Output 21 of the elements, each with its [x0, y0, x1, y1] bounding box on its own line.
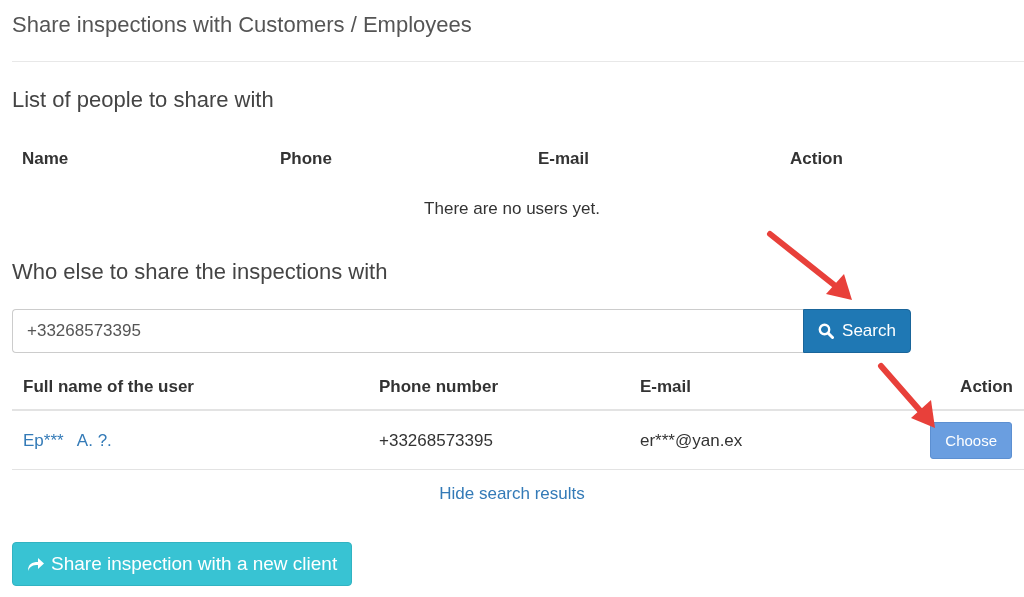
- search-icon: [818, 323, 835, 339]
- hide-results-link[interactable]: Hide search results: [439, 484, 585, 504]
- column-header: E-mail: [538, 149, 591, 169]
- user-name-link[interactable]: Ep*** A. ?.: [23, 430, 112, 450]
- share-icon: [27, 556, 45, 572]
- column-header: Phone number: [379, 377, 499, 397]
- search-field[interactable]: +33268573395: [12, 309, 803, 353]
- choose-button[interactable]: Choose: [930, 422, 1012, 459]
- column-header: Name: [22, 149, 70, 169]
- column-header: Full name of the user: [23, 377, 195, 397]
- column-header: Action: [790, 149, 844, 169]
- section-heading: Who else to share the inspections with: [12, 259, 389, 285]
- empty-message: There are no users yet.: [424, 199, 600, 218]
- column-header: Action: [960, 377, 1013, 397]
- search-button[interactable]: Search: [803, 309, 911, 353]
- column-header: E-mail: [640, 377, 693, 397]
- section-heading: List of people to share with: [12, 87, 275, 113]
- table-cell: er***@yan.ex: [640, 430, 743, 450]
- table-cell-text: +33268573395: [379, 430, 494, 451]
- page-title: Share inspections with Customers / Employees: [12, 11, 473, 39]
- column-header: Phone: [280, 149, 333, 169]
